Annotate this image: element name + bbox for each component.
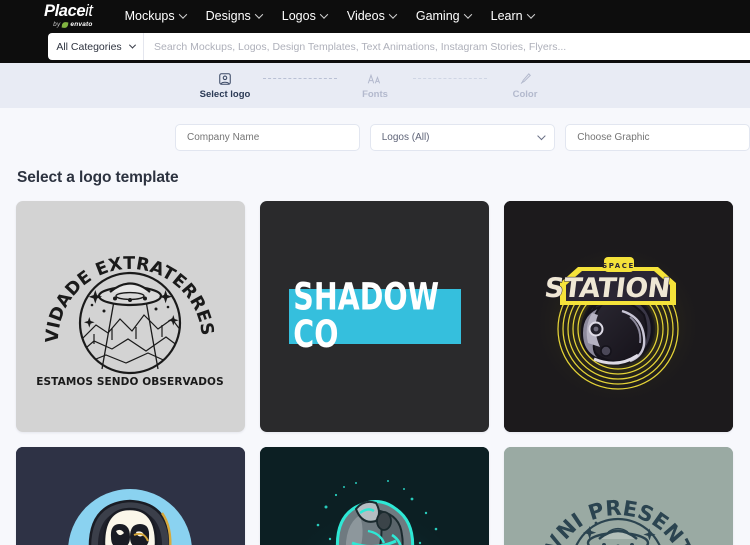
ufo-badge-sage-artwork: OVNI PRESENTE <box>504 447 733 545</box>
chevron-down-icon <box>128 41 136 49</box>
nav-item-learn[interactable]: Learn <box>481 9 544 23</box>
step-fonts[interactable]: Fonts <box>337 71 413 100</box>
shadow-co-band: SHADOW CO <box>288 278 461 353</box>
step-label: Select logo <box>199 89 251 100</box>
template-card-atividade-extraterrestre[interactable]: ATIVIDADE EXTRATERRESTRE ESTAMOS SENDO O… <box>16 201 245 432</box>
brand-name-main: Place <box>44 2 86 20</box>
step-select-logo[interactable]: Select logo <box>187 71 263 100</box>
category-dropdown[interactable]: All Categories <box>48 33 144 60</box>
chevron-down-icon <box>254 9 264 19</box>
nav-item-label: Learn <box>490 8 523 23</box>
nav-item-videos[interactable]: Videos <box>337 9 406 23</box>
template-card-mech-robot[interactable] <box>260 447 489 545</box>
nav-item-designs[interactable]: Designs <box>196 9 272 23</box>
search-input[interactable] <box>144 33 750 60</box>
nav-item-label: Designs <box>205 8 251 23</box>
nav-item-gaming[interactable]: Gaming <box>406 9 481 23</box>
stepper-connector-1 <box>263 78 337 79</box>
nav-item-label: Gaming <box>415 8 460 23</box>
byline-prefix: by <box>53 20 61 28</box>
template-top-text: SPACE <box>602 262 635 270</box>
placeit-logo[interactable]: Placeit by envato <box>44 3 93 29</box>
top-navigation-bar: Placeit by envato Mockups Designs Logos … <box>0 0 750 63</box>
brand-wordmark: Placeit <box>44 3 93 20</box>
template-card-shadow-co[interactable]: SHADOW CO <box>260 201 489 432</box>
step-label: Color <box>512 89 538 100</box>
step-label: Fonts <box>362 89 388 100</box>
envato-leaf-icon <box>62 21 69 29</box>
font-a-icon <box>367 71 383 86</box>
logo-config-fields: Logos (All) <box>0 108 750 151</box>
image-logo-icon <box>218 71 232 86</box>
search-bar: All Categories <box>48 33 750 60</box>
wizard-stepper: Select logo Fonts Color <box>0 63 750 108</box>
main-content: Logos (All) Select a logo template <box>0 108 750 545</box>
chevron-down-icon <box>537 131 546 140</box>
template-title: SHADOW CO <box>292 275 439 357</box>
brand-name-italic: it <box>85 2 93 20</box>
template-title: STATION <box>543 273 672 304</box>
template-arc-text: ATIVIDADE EXTRATERRESTRE <box>16 201 217 343</box>
template-sub-text: ESTAMOS SENDO OBSERVADOS <box>36 376 224 388</box>
template-card-space-station[interactable]: SPACE STATION <box>504 201 733 432</box>
page-title: Select a logo template <box>17 169 179 186</box>
paint-brush-icon <box>518 71 532 86</box>
chevron-down-icon <box>526 9 535 19</box>
choose-graphic-input[interactable] <box>565 124 750 151</box>
logo-template-grid: ATIVIDADE EXTRATERRESTRE ESTAMOS SENDO O… <box>0 187 750 545</box>
logo-category-select[interactable]: Logos (All) <box>369 124 556 151</box>
nav-item-label: Logos <box>281 8 316 23</box>
nav-item-label: Mockups <box>124 8 175 23</box>
nav-item-logos[interactable]: Logos <box>272 9 337 23</box>
reaper-mascot-artwork <box>16 447 245 545</box>
esports-helmet-artwork: SPACE STATION <box>504 201 733 432</box>
template-card-ovni-presente[interactable]: OVNI PRESENTE <box>504 447 733 545</box>
svg-text:ATIVIDADE EXTRATERRESTRE: ATIVIDADE EXTRATERRESTRE <box>16 201 217 343</box>
logo-category-value: Logos (All) <box>381 132 430 143</box>
category-dropdown-label: All Categories <box>56 40 122 53</box>
step-color[interactable]: Color <box>487 71 563 100</box>
byline-brand: envato <box>70 20 93 28</box>
template-card-reaper-skull[interactable] <box>16 447 245 545</box>
chevron-down-icon <box>463 9 472 19</box>
robot-mascot-artwork <box>260 447 489 545</box>
nav-item-label: Videos <box>346 8 385 23</box>
ufo-badge-artwork: ATIVIDADE EXTRATERRESTRE ESTAMOS SENDO O… <box>16 201 224 388</box>
chevron-down-icon <box>319 9 329 19</box>
brand-byline: by envato <box>53 20 93 29</box>
chevron-down-icon <box>178 9 187 19</box>
company-name-input[interactable] <box>175 124 360 151</box>
chevron-down-icon <box>388 9 398 19</box>
nav-item-mockups[interactable]: Mockups <box>115 9 196 23</box>
stepper-connector-2 <box>413 78 487 79</box>
